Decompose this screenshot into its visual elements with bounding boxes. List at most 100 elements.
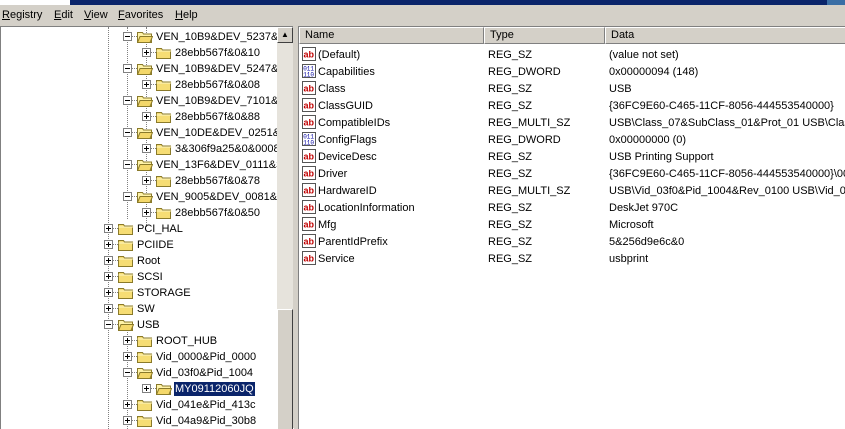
scroll-thumb[interactable] <box>277 309 293 429</box>
value-row[interactable]: ab (Default) REG_SZ (value not set) <box>299 46 845 63</box>
menu-help[interactable]: Help <box>175 8 198 22</box>
expand-icon[interactable] <box>142 384 151 393</box>
tree-node-label[interactable]: VEN_10DE&DEV_0251&SU <box>155 126 294 140</box>
tree-node[interactable]: VEN_10B9&DEV_5247&SU <box>1 61 294 77</box>
tree-node[interactable]: Vid_04a9&Pid_30b8 <box>1 413 277 429</box>
tree-node[interactable]: VEN_10B9&DEV_7101&SU <box>1 93 294 109</box>
expand-icon[interactable] <box>142 80 151 89</box>
expand-icon[interactable] <box>104 240 113 249</box>
tree-node[interactable]: VEN_13F6&DEV_0111&SU <box>1 157 291 173</box>
value-row[interactable]: ab ClassGUID REG_SZ {36FC9E60-C465-11CF-805… <box>299 97 845 114</box>
collapse-icon[interactable] <box>104 320 113 329</box>
value-row[interactable]: ab LocationInformation REG_SZ DeskJet 970C <box>299 199 845 216</box>
tree-vertical-scrollbar[interactable]: ▲ <box>277 27 293 429</box>
value-row[interactable]: ab ParentIdPrefix REG_SZ 5&256d9e6c&0 <box>299 233 845 250</box>
tree-node[interactable]: SW <box>1 301 277 317</box>
tree-node[interactable]: Vid_03f0&Pid_1004 <box>1 365 277 381</box>
collapse-icon[interactable] <box>123 96 132 105</box>
expand-icon[interactable] <box>142 112 151 121</box>
tree-node[interactable]: USB <box>1 317 277 333</box>
collapse-icon[interactable] <box>123 128 132 137</box>
value-row[interactable]: ab Class REG_SZ USB <box>299 80 845 97</box>
tree-node[interactable]: 28ebb567f&0&08 <box>1 77 277 93</box>
menu-registry[interactable]: Registry <box>2 8 42 22</box>
tree-node-label[interactable]: VEN_10B9&DEV_7101&SU <box>155 94 294 108</box>
tree-node[interactable]: 28ebb567f&0&88 <box>1 109 277 125</box>
tree-node[interactable]: 28ebb567f&0&78 <box>1 173 277 189</box>
tree-node-label[interactable]: VEN_10B9&DEV_5237&SU <box>155 30 294 44</box>
expand-icon[interactable] <box>142 144 151 153</box>
expand-icon[interactable] <box>142 208 151 217</box>
value-row[interactable]: ab Mfg REG_SZ Microsoft <box>299 216 845 233</box>
expand-icon[interactable] <box>142 48 151 57</box>
tree-node-label[interactable]: Vid_0000&Pid_0000 <box>155 350 257 364</box>
tree-node-label[interactable]: Root <box>136 254 161 268</box>
tree-node-label[interactable]: MY09112060JQ <box>173 381 256 397</box>
value-row[interactable]: ab Driver REG_SZ {36FC9E60-C465-11CF-8056-4… <box>299 165 845 182</box>
tree-node-label[interactable]: 28ebb567f&0&88 <box>174 110 261 124</box>
collapse-icon[interactable] <box>123 160 132 169</box>
value-row[interactable]: ab DeviceDesc REG_SZ USB Printing Support <box>299 148 845 165</box>
tree-node[interactable]: SCSI <box>1 269 277 285</box>
value-row[interactable]: ab CompatibleIDs REG_MULTI_SZ USB\Class_07&… <box>299 114 845 131</box>
tree-node[interactable]: VEN_10DE&DEV_0251&SU <box>1 125 294 141</box>
tree-node[interactable]: PCI_HAL <box>1 221 277 237</box>
menu-view[interactable]: View <box>84 8 108 22</box>
expand-icon[interactable] <box>104 256 113 265</box>
tree-node-label[interactable]: PCIIDE <box>136 238 175 252</box>
tree-node-label[interactable]: Vid_041e&Pid_413c <box>155 398 257 412</box>
collapse-icon[interactable] <box>123 64 132 73</box>
collapse-icon[interactable] <box>123 192 132 201</box>
tree-node[interactable]: 28ebb567f&0&50 <box>1 205 277 221</box>
expand-icon[interactable] <box>104 304 113 313</box>
value-row[interactable]: ab Service REG_SZ usbprint <box>299 250 845 267</box>
column-header-type[interactable]: Type <box>484 27 605 44</box>
values-pane[interactable]: Name Type Data ab (Default) REG_SZ (value n… <box>298 26 845 429</box>
tree-node[interactable]: Vid_0000&Pid_0000 <box>1 349 277 365</box>
expand-icon[interactable] <box>123 352 132 361</box>
tree-node[interactable]: 28ebb567f&0&10 <box>1 45 277 61</box>
collapse-icon[interactable] <box>123 368 132 377</box>
tree-node-label[interactable]: Vid_03f0&Pid_1004 <box>155 366 254 380</box>
key-tree-pane[interactable]: VEN_10B9&DEV_5237&SU 28ebb567f&0&10 VEN_10… <box>0 26 294 429</box>
tree-node[interactable]: VEN_9005&DEV_0081&SU <box>1 189 292 205</box>
value-row[interactable]: ab HardwareID REG_MULTI_SZ USB\Vid_03f0&Pid… <box>299 182 845 199</box>
tree-node-label[interactable]: USB <box>136 318 161 332</box>
tree-node[interactable]: VEN_10B9&DEV_5237&SU <box>1 29 294 45</box>
collapse-icon[interactable] <box>123 32 132 41</box>
tree-node-label[interactable]: VEN_9005&DEV_0081&SU <box>155 190 293 204</box>
column-header-data[interactable]: Data <box>605 27 845 44</box>
tree-node-label[interactable]: 28ebb567f&0&10 <box>174 46 261 60</box>
tree-node[interactable]: PCIIDE <box>1 237 277 253</box>
tree-node-label[interactable]: SW <box>136 302 156 316</box>
tree-node-label[interactable]: VEN_13F6&DEV_0111&SU <box>155 158 292 172</box>
value-row[interactable]: 011 110 Capabilities REG_DWORD 0x00000094 (1… <box>299 63 845 80</box>
tree-node[interactable]: Vid_041e&Pid_413c <box>1 397 277 413</box>
tree-node-label[interactable]: 3&306f9a25&0&0008 <box>174 142 281 156</box>
tree-node-label[interactable]: VEN_10B9&DEV_5247&SU <box>155 62 294 76</box>
tree-node[interactable]: 3&306f9a25&0&0008 <box>1 141 280 157</box>
expand-icon[interactable] <box>123 400 132 409</box>
tree-node-label[interactable]: ROOT_HUB <box>155 334 218 348</box>
expand-icon[interactable] <box>123 336 132 345</box>
menu-favorites[interactable]: Favorites <box>118 8 163 22</box>
tree-node-label[interactable]: 28ebb567f&0&50 <box>174 206 261 220</box>
menu-edit[interactable]: Edit <box>54 8 73 22</box>
tree-node[interactable]: Root <box>1 253 277 269</box>
tree-node-label[interactable]: 28ebb567f&0&78 <box>174 174 261 188</box>
tree-node-label[interactable]: SCSI <box>136 270 164 284</box>
column-header-name[interactable]: Name <box>299 27 484 44</box>
tree-node-label[interactable]: 28ebb567f&0&08 <box>174 78 261 92</box>
tree-node[interactable]: ROOT_HUB <box>1 333 277 349</box>
tree-node-label[interactable]: STORAGE <box>136 286 192 300</box>
scroll-up-button[interactable]: ▲ <box>277 27 293 43</box>
expand-icon[interactable] <box>104 224 113 233</box>
expand-icon[interactable] <box>104 272 113 281</box>
tree-node-label[interactable]: Vid_04a9&Pid_30b8 <box>155 414 257 428</box>
expand-icon[interactable] <box>123 416 132 425</box>
value-row[interactable]: 011 110 ConfigFlags REG_DWORD 0x00000000 (0) <box>299 131 845 148</box>
tree-node[interactable]: STORAGE <box>1 285 277 301</box>
expand-icon[interactable] <box>104 288 113 297</box>
tree-node[interactable]: MY09112060JQ <box>1 381 277 397</box>
expand-icon[interactable] <box>142 176 151 185</box>
